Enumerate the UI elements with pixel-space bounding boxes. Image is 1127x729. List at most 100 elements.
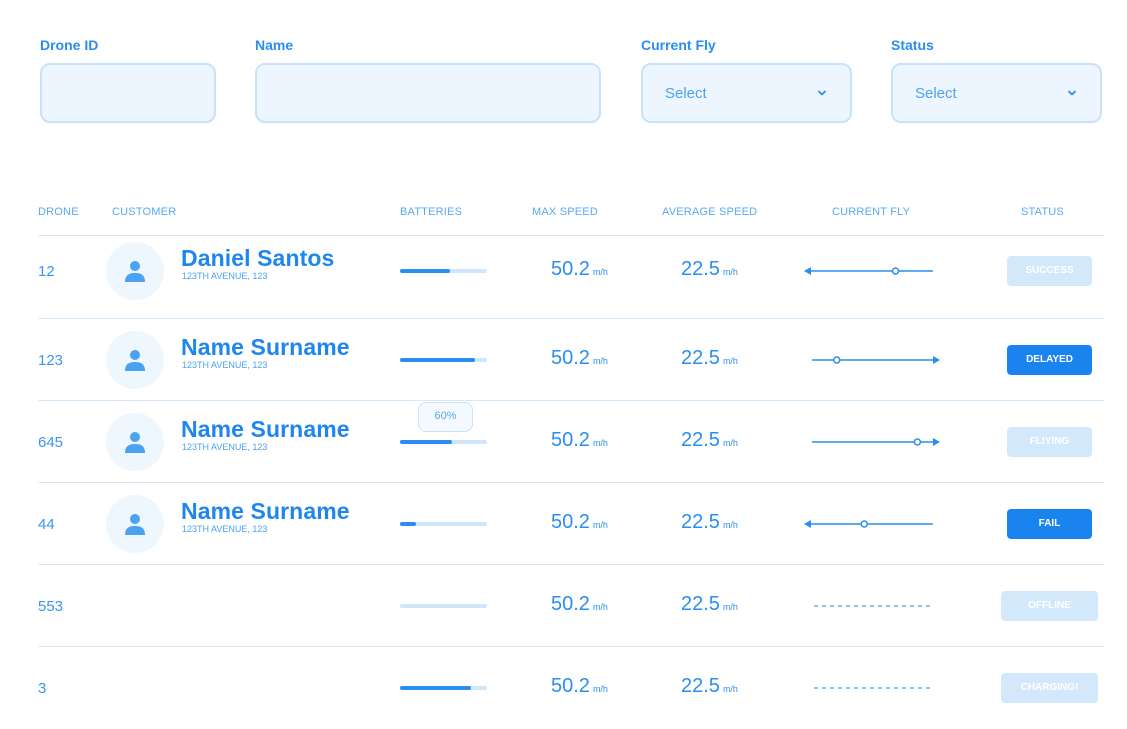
average-speed-value: 22.5 bbox=[681, 593, 720, 615]
battery-fill bbox=[400, 269, 451, 273]
average-speed: 22.5 m/h bbox=[681, 347, 738, 370]
current-fly-indicator bbox=[814, 687, 934, 689]
average-speed: 22.5 m/h bbox=[681, 429, 738, 452]
drone-id: 3 bbox=[38, 680, 47, 697]
customer-name: Daniel Santos bbox=[181, 245, 335, 271]
current-fly-indicator bbox=[804, 520, 933, 528]
customer-address: 123TH AVENUE, 123 bbox=[182, 524, 268, 534]
average-speed: 22.5 m/h bbox=[681, 258, 738, 281]
battery-bar bbox=[400, 604, 487, 608]
user-icon bbox=[125, 350, 145, 371]
header-drone[interactable]: DRONE bbox=[38, 206, 79, 218]
max-speed-unit: m/h bbox=[592, 356, 608, 366]
customer-address: 123TH AVENUE, 123 bbox=[182, 271, 268, 281]
current-fly-indicator bbox=[812, 356, 940, 364]
max-speed-unit: m/h bbox=[592, 602, 608, 612]
battery-fill bbox=[400, 440, 453, 444]
status-badge[interactable]: FLIYING bbox=[1007, 427, 1092, 457]
customer-name: Name Surname bbox=[181, 416, 350, 442]
header-average-speed[interactable]: AVERAGE SPEED bbox=[662, 206, 757, 218]
table-row[interactable]: 44 Name Surname 123TH AVENUE, 123 50.2 m/h 22… bbox=[0, 483, 1127, 565]
average-speed-value: 22.5 bbox=[681, 258, 720, 280]
position-marker bbox=[913, 438, 922, 446]
header-batteries[interactable]: BATTERIES bbox=[400, 206, 462, 218]
divider bbox=[38, 235, 1104, 236]
max-speed-value: 50.2 bbox=[551, 258, 590, 280]
drone-id: 44 bbox=[38, 516, 55, 533]
max-speed-value: 50.2 bbox=[551, 429, 590, 451]
drone-id: 553 bbox=[38, 598, 64, 615]
current-fly-select[interactable]: Select bbox=[641, 63, 852, 123]
battery-fill bbox=[400, 686, 472, 690]
avatar bbox=[106, 331, 164, 389]
status-badge[interactable]: FAIL bbox=[1007, 509, 1092, 539]
arrow-right-icon bbox=[933, 356, 940, 364]
current-fly-label: Current Fly bbox=[641, 37, 716, 53]
current-fly-filter: Current Fly Select bbox=[641, 36, 852, 123]
table-row[interactable]: 123 Name Surname 123TH AVENUE, 123 50.2 m/h 2… bbox=[0, 319, 1127, 401]
header-max-speed[interactable]: MAX SPEED bbox=[532, 206, 598, 218]
average-speed: 22.5 m/h bbox=[681, 675, 738, 698]
max-speed-unit: m/h bbox=[592, 267, 608, 277]
status-select-value: Select bbox=[915, 84, 957, 102]
battery-bar bbox=[400, 440, 487, 444]
arrow-right-icon bbox=[933, 438, 940, 446]
table-row[interactable]: 553 50.2 m/h 22.5 m/h OFFLINE bbox=[0, 565, 1127, 647]
max-speed: 50.2 m/h bbox=[551, 511, 608, 534]
customer-name: Name Surname bbox=[181, 498, 350, 524]
battery-tooltip: 60% bbox=[418, 402, 473, 432]
header-current-fly[interactable]: CURRENT FLY bbox=[832, 206, 910, 218]
battery-bar bbox=[400, 522, 487, 526]
table-row[interactable]: 645 Name Surname 123TH AVENUE, 123 60% 50.2 m… bbox=[0, 401, 1127, 483]
max-speed: 50.2 m/h bbox=[551, 675, 608, 698]
name-input[interactable] bbox=[255, 63, 601, 123]
drone-id: 12 bbox=[38, 263, 55, 280]
battery-bar bbox=[400, 686, 487, 690]
avatar bbox=[106, 242, 164, 300]
customer-address: 123TH AVENUE, 123 bbox=[182, 360, 268, 370]
chevron-down-icon bbox=[1068, 90, 1076, 96]
user-icon bbox=[125, 514, 145, 535]
current-fly-indicator bbox=[814, 605, 934, 607]
average-speed: 22.5 m/h bbox=[681, 593, 738, 616]
position-marker bbox=[860, 520, 868, 528]
max-speed-value: 50.2 bbox=[551, 593, 590, 615]
status-select[interactable]: Select bbox=[891, 63, 1102, 123]
customer-name: Name Surname bbox=[181, 334, 350, 360]
average-speed-value: 22.5 bbox=[681, 347, 720, 369]
user-icon bbox=[125, 432, 145, 453]
current-fly-indicator bbox=[804, 267, 933, 275]
name-label: Name bbox=[255, 37, 294, 53]
max-speed-value: 50.2 bbox=[551, 511, 590, 533]
max-speed: 50.2 m/h bbox=[551, 429, 608, 452]
status-badge[interactable]: CHARGING! bbox=[1001, 673, 1098, 703]
average-speed: 22.5 m/h bbox=[681, 511, 738, 534]
status-badge[interactable]: OFFLINE bbox=[1001, 591, 1098, 621]
user-icon bbox=[125, 261, 145, 282]
drone-id-input[interactable] bbox=[40, 63, 216, 123]
filter-bar: Drone ID Name Current Fly Select Status … bbox=[0, 0, 1127, 140]
current-fly-select-value: Select bbox=[665, 84, 707, 102]
header-status[interactable]: STATUS bbox=[1021, 206, 1064, 218]
max-speed-unit: m/h bbox=[592, 438, 608, 448]
drone-id: 123 bbox=[38, 352, 64, 369]
battery-fill bbox=[400, 522, 416, 526]
max-speed-unit: m/h bbox=[592, 684, 608, 694]
table-row[interactable]: 12 Daniel Santos 123TH AVENUE, 123 50.2 m/h 2… bbox=[0, 237, 1127, 319]
header-customer[interactable]: CUSTOMER bbox=[112, 206, 176, 218]
max-speed-value: 50.2 bbox=[551, 347, 590, 369]
average-speed-unit: m/h bbox=[722, 356, 738, 366]
battery-fill bbox=[400, 358, 475, 362]
battery-bar bbox=[400, 358, 487, 362]
status-badge[interactable]: DELAYED bbox=[1007, 345, 1092, 375]
customer-address: 123TH AVENUE, 123 bbox=[182, 442, 268, 452]
average-speed-unit: m/h bbox=[722, 267, 738, 277]
max-speed: 50.2 m/h bbox=[551, 593, 608, 616]
drone-id: 645 bbox=[38, 434, 64, 451]
table-row[interactable]: 3 50.2 m/h 22.5 m/h CHARGING! bbox=[0, 647, 1127, 729]
name-filter: Name bbox=[255, 36, 601, 123]
max-speed: 50.2 m/h bbox=[551, 347, 608, 370]
max-speed: 50.2 m/h bbox=[551, 258, 608, 281]
status-badge[interactable]: SUCCESS bbox=[1007, 256, 1092, 286]
max-speed-unit: m/h bbox=[592, 520, 608, 530]
